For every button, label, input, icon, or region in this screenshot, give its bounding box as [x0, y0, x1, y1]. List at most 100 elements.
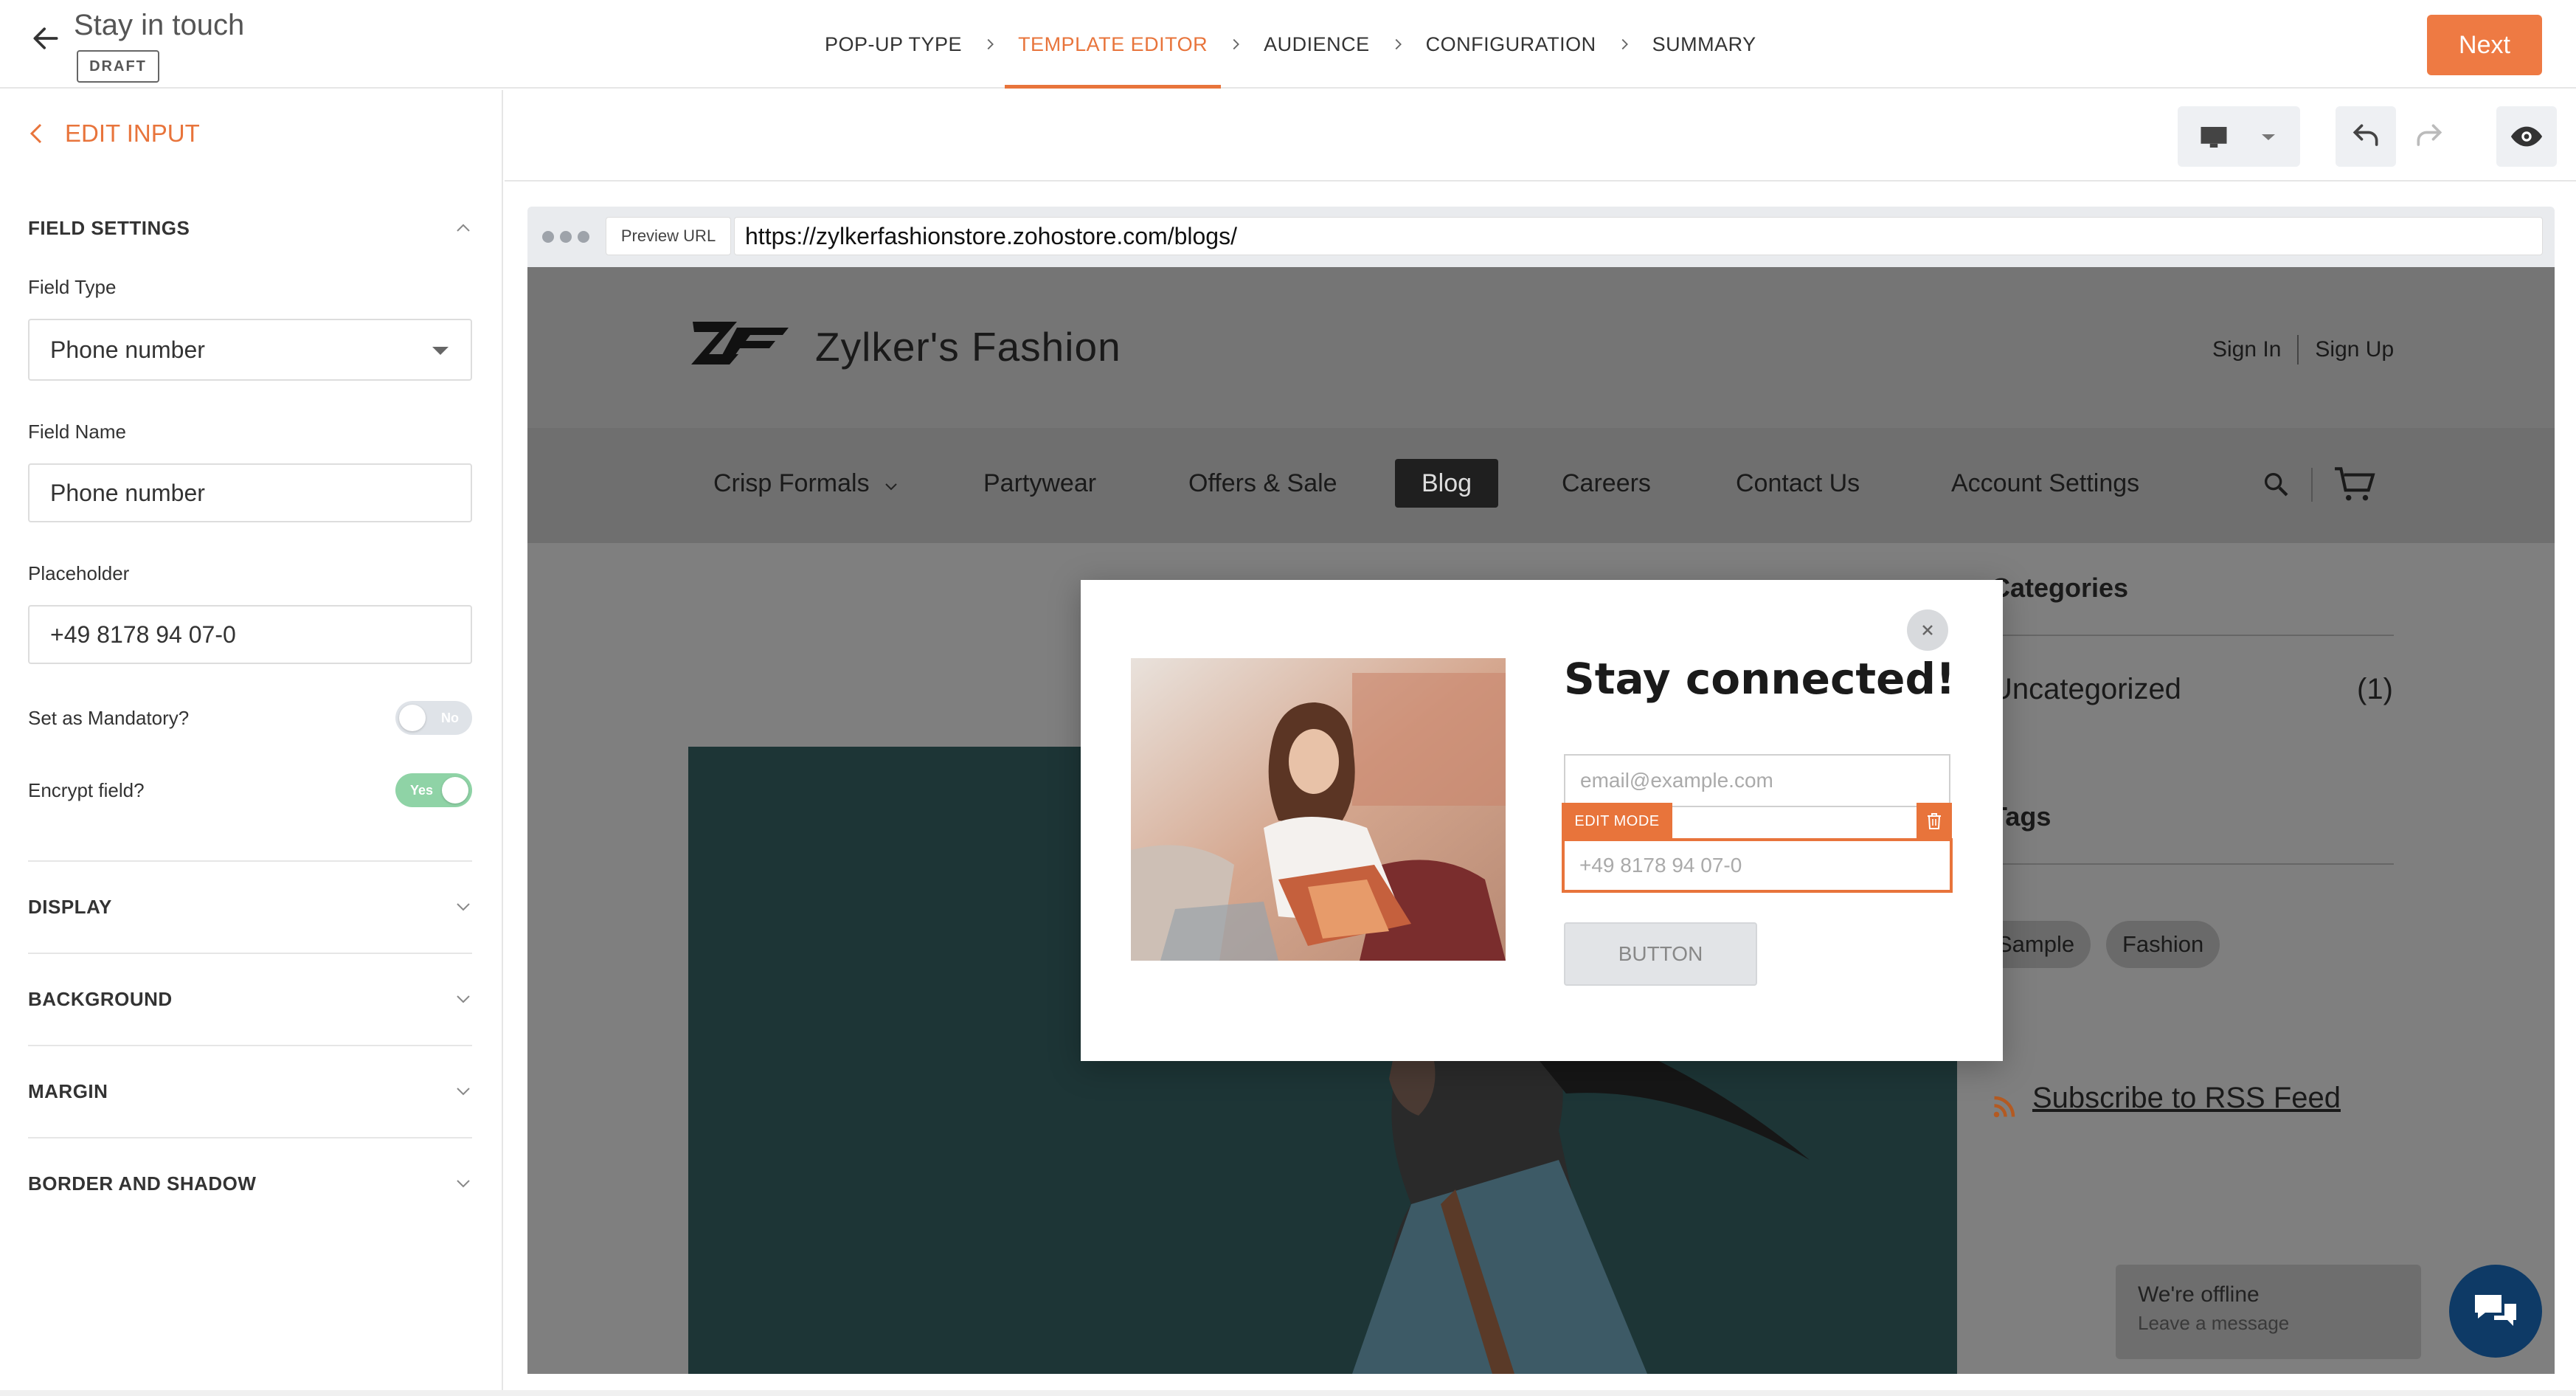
step-template-editor[interactable]: TEMPLATE EDITOR: [1005, 0, 1222, 89]
step-popup-type[interactable]: POP-UP TYPE: [811, 0, 975, 89]
field-type-label: Field Type: [28, 276, 117, 298]
field-name-input[interactable]: Phone number: [28, 463, 472, 522]
margin-section-header[interactable]: MARGIN: [28, 1073, 472, 1110]
edit-mode-badge: EDIT MODE: [1562, 803, 1672, 840]
encrypt-toggle-state: Yes: [410, 783, 434, 798]
margin-section-title: MARGIN: [28, 1079, 108, 1102]
placeholder-label: Placeholder: [28, 562, 130, 584]
divider: [1981, 863, 2394, 865]
background-section-title: BACKGROUND: [28, 987, 173, 1010]
categories-heading: Categories: [1991, 573, 2129, 603]
sign-up-link[interactable]: Sign Up: [2315, 337, 2394, 362]
bottom-border: [0, 1390, 2576, 1396]
tag-fashion[interactable]: Fashion: [2106, 921, 2220, 968]
nav-crisp-formals[interactable]: Crisp Formals: [713, 469, 899, 498]
chat-title: We're offline: [2138, 1282, 2260, 1307]
rss-icon: [1993, 1096, 2015, 1118]
site-auth-links: Sign In Sign Up: [2212, 335, 2394, 364]
blog-sidebar: Categories Uncategorized (1) Tags Sample…: [1981, 543, 2555, 1374]
next-button[interactable]: Next: [2427, 15, 2542, 75]
chevron-down-icon: [457, 1180, 470, 1188]
nav-crisp-formals-label: Crisp Formals: [713, 469, 870, 497]
popup-image: [1131, 658, 1506, 961]
display-section-title: DISPLAY: [28, 895, 112, 918]
encrypt-label: Encrypt field?: [28, 778, 145, 801]
mandatory-label: Set as Mandatory?: [28, 706, 190, 729]
zylker-logo-icon: [691, 322, 789, 364]
caret-down-icon: [432, 347, 449, 355]
chevron-right-icon: [1610, 0, 1639, 89]
chevron-up-icon: [457, 224, 470, 232]
back-arrow-icon[interactable]: [30, 22, 62, 55]
popup-submit-button[interactable]: BUTTON: [1564, 922, 1757, 986]
wizard-steps: POP-UP TYPE TEMPLATE EDITOR AUDIENCE CON…: [811, 0, 1770, 89]
close-icon: [1922, 625, 1933, 635]
border-shadow-section-header[interactable]: BORDER AND SHADOW: [28, 1165, 472, 1202]
background-section-header[interactable]: BACKGROUND: [28, 981, 472, 1017]
status-badge: DRAFT: [77, 50, 159, 83]
site-nav: Crisp Formals Partywear Offers & Sale Bl…: [527, 428, 2555, 543]
redo-button[interactable]: [2399, 106, 2459, 167]
nav-contact-us[interactable]: Contact Us: [1736, 469, 1860, 498]
step-audience[interactable]: AUDIENCE: [1250, 0, 1383, 89]
preview-url-input[interactable]: https://zylkerfashionstore.zohostore.com…: [734, 217, 2543, 255]
step-configuration[interactable]: CONFIGURATION: [1413, 0, 1610, 89]
chevron-left-icon: [30, 123, 42, 144]
toggle-knob: [399, 705, 426, 731]
undo-button[interactable]: [2336, 106, 2396, 167]
trash-icon: [1928, 813, 1941, 829]
redo-icon: [2417, 124, 2442, 146]
chat-button[interactable]: [2449, 1265, 2542, 1358]
mandatory-toggle[interactable]: No: [395, 701, 472, 735]
mandatory-toggle-state: No: [441, 711, 459, 725]
popup-phone-input[interactable]: +49 8178 94 07-0: [1562, 838, 1953, 893]
display-section-header[interactable]: DISPLAY: [28, 888, 472, 925]
site-header: Zylker's Fashion Sign In Sign Up: [527, 267, 2555, 428]
chevron-down-icon: [457, 995, 470, 1003]
sign-in-link[interactable]: Sign In: [2212, 337, 2281, 362]
field-name-label: Field Name: [28, 421, 126, 443]
category-uncategorized[interactable]: Uncategorized: [1991, 673, 2181, 706]
device-selector[interactable]: [2178, 106, 2300, 167]
nav-divider: [2311, 468, 2313, 502]
chevron-down-icon: [457, 903, 470, 911]
nav-careers[interactable]: Careers: [1562, 469, 1651, 498]
top-header: Stay in touch DRAFT POP-UP TYPE TEMPLATE…: [0, 0, 2576, 89]
nav-partywear[interactable]: Partywear: [983, 469, 1096, 498]
cart-icon[interactable]: [2333, 465, 2376, 503]
placeholder-input[interactable]: +49 8178 94 07-0: [28, 605, 472, 664]
chevron-down-icon: [885, 483, 897, 491]
field-settings-header[interactable]: FIELD SETTINGS: [28, 210, 472, 246]
popup-close-button[interactable]: [1907, 609, 1948, 651]
chevron-down-icon: [457, 1088, 470, 1096]
edit-input-back-link[interactable]: EDIT INPUT: [28, 120, 200, 148]
preview-button[interactable]: [2496, 106, 2557, 167]
mandatory-row: Set as Mandatory? No: [28, 699, 472, 736]
category-count: (1): [2357, 673, 2393, 705]
editor-toolbar: [505, 90, 2576, 182]
site-brand: Zylker's Fashion: [815, 324, 1121, 370]
field-type-select[interactable]: Phone number: [28, 319, 472, 381]
divider: [1981, 635, 2394, 636]
chat-offline-bubble[interactable]: We're offline Leave a message: [2116, 1265, 2421, 1359]
step-summary[interactable]: SUMMARY: [1639, 0, 1770, 89]
desktop-icon: [2201, 127, 2227, 148]
field-type-value: Phone number: [50, 336, 205, 363]
popup-email-input[interactable]: email@example.com: [1564, 754, 1950, 807]
nav-account-settings[interactable]: Account Settings: [1951, 469, 2139, 498]
popup-modal: Stay connected! email@example.com EDIT M…: [1081, 580, 2003, 1061]
nav-offers-sale[interactable]: Offers & Sale: [1188, 469, 1337, 498]
divider: [28, 860, 472, 862]
window-dots: [542, 231, 589, 243]
field-settings-title: FIELD SETTINGS: [28, 216, 190, 239]
divider: [28, 1137, 472, 1138]
delete-field-button[interactable]: [1917, 803, 1952, 840]
settings-panel: EDIT INPUT FIELD SETTINGS Field Type Pho…: [0, 90, 503, 1396]
rss-subscribe-link[interactable]: Subscribe to RSS Feed: [2032, 1082, 2341, 1115]
nav-blog[interactable]: Blog: [1395, 459, 1498, 508]
encrypt-toggle[interactable]: Yes: [395, 773, 472, 807]
chevron-right-icon: [975, 0, 1005, 89]
search-icon[interactable]: [2261, 469, 2291, 499]
browser-bar: Preview URL https://zylkerfashionstore.z…: [527, 207, 2555, 267]
divider: [28, 1045, 472, 1046]
